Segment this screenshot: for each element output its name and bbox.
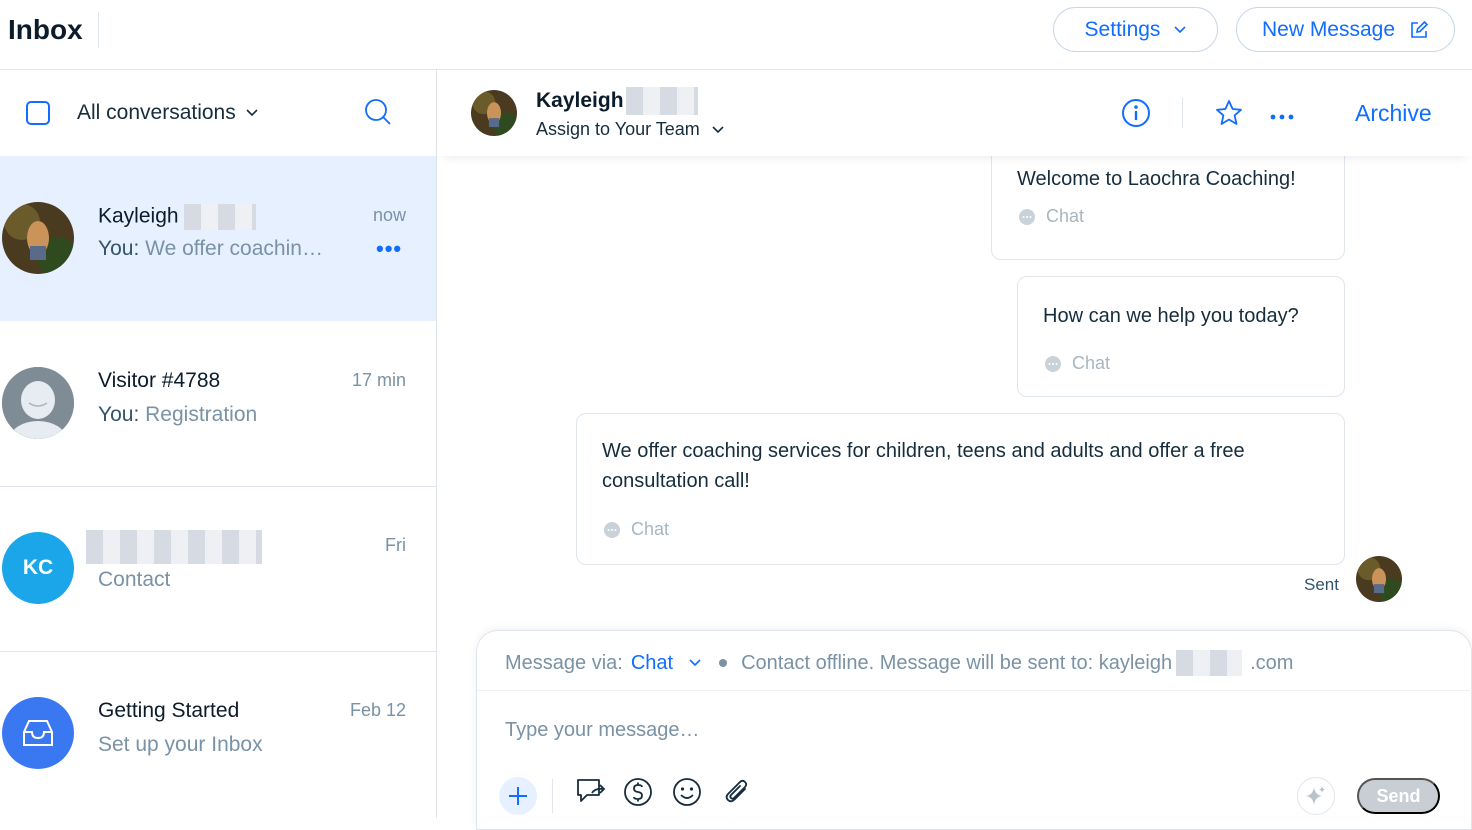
conversation-item-kayleigh[interactable]: Kayleigh You: We offer coachin… now •••	[0, 156, 436, 321]
conversation-preview: Contact	[98, 568, 171, 591]
redacted-surname	[184, 204, 257, 230]
via-label: Message via:	[505, 651, 623, 674]
conversation-item-visitor[interactable]: Visitor #4788 You: Registration 17 min	[0, 322, 436, 487]
sparkle-icon	[1305, 785, 1327, 807]
sender-avatar	[1356, 556, 1402, 602]
send-button[interactable]: Send	[1357, 778, 1440, 814]
conversation-time: now	[372, 205, 406, 225]
conversation-item-kc[interactable]: KC Contact Fri	[0, 487, 436, 652]
conversation-item-getting-started[interactable]: Getting Started Set up your Inbox Feb 12	[0, 652, 436, 817]
filter-label: All conversations	[77, 101, 236, 124]
chat-header: Kayleigh Assign to Your Team Archive	[438, 70, 1472, 156]
chat-channel-icon	[603, 521, 621, 539]
avatar	[2, 202, 74, 274]
redacted-contact-name	[86, 530, 262, 564]
conversation-preview: You: Registration	[98, 403, 258, 426]
add-button[interactable]	[499, 777, 537, 815]
chat-channel-icon	[1044, 355, 1062, 373]
email-suffix: .com	[1250, 651, 1294, 674]
info-icon[interactable]	[1121, 98, 1151, 133]
emoji-icon[interactable]	[671, 776, 703, 813]
offline-notice: Contact offline. Message will be sent to…	[741, 651, 1173, 674]
inbox-tray-icon	[2, 697, 74, 769]
chat-channel-icon	[1018, 208, 1036, 226]
conversation-preview: You: We offer coachin…	[98, 237, 323, 260]
message-bubble: Welcome to Laochra Coaching! Chat	[991, 146, 1345, 260]
assign-label: Assign to Your Team	[536, 119, 700, 139]
attachment-icon[interactable]	[721, 776, 753, 813]
channel-dropdown[interactable]: Chat	[631, 652, 673, 675]
filter-row: All conversations	[0, 70, 436, 156]
message-bubble: How can we help you today? Chat	[1017, 276, 1345, 397]
message-bubble: We offer coaching services for children,…	[576, 413, 1345, 565]
message-text: Welcome to Laochra Coaching!	[1017, 168, 1296, 190]
avatar-initials: KC	[2, 532, 74, 604]
composer-channel-row: Message via: Chat Contact offline. Messa…	[477, 631, 1472, 691]
conversation-name: Visitor #4788	[98, 369, 221, 392]
message-channel: Chat	[1018, 206, 1084, 227]
conversation-filter-dropdown[interactable]: All conversations	[77, 101, 258, 125]
compose-icon	[1409, 20, 1429, 40]
header-divider	[1182, 98, 1183, 128]
chevron-down-icon[interactable]	[689, 659, 701, 667]
message-channel: Chat	[603, 519, 669, 540]
message-text: We offer coaching services for children,…	[602, 440, 1245, 492]
settings-label: Settings	[1084, 17, 1161, 41]
redacted-surname	[625, 87, 698, 115]
top-bar: Inbox Settings New Message	[0, 0, 1472, 70]
message-input[interactable]: Type your message…	[505, 719, 700, 742]
toolbar-divider	[552, 779, 553, 813]
select-all-checkbox[interactable]	[26, 101, 50, 125]
payment-request-icon[interactable]	[622, 776, 654, 813]
new-message-label: New Message	[1261, 17, 1396, 41]
chevron-down-icon	[246, 109, 258, 117]
conversation-list-panel: All conversations Kayleigh You: We offer…	[0, 70, 437, 818]
contact-name: Kayleigh	[536, 87, 698, 115]
chevron-down-icon	[712, 125, 724, 134]
visitor-avatar-icon	[2, 367, 74, 439]
message-text: How can we help you today?	[1043, 305, 1299, 327]
conversation-time: Fri	[385, 535, 406, 555]
title-divider	[98, 12, 99, 48]
conversation-name: Kayleigh	[98, 204, 257, 230]
separator-dot	[719, 659, 728, 667]
contact-avatar[interactable]	[471, 90, 517, 136]
settings-button[interactable]: Settings	[1053, 7, 1218, 52]
redacted-email	[1176, 650, 1243, 676]
chevron-down-icon	[1174, 25, 1187, 34]
ai-assist-button[interactable]	[1297, 777, 1335, 815]
conversation-preview: Set up your Inbox	[98, 733, 263, 756]
sent-status: Sent	[1304, 575, 1339, 594]
conversation-name: Getting Started	[98, 699, 240, 722]
message-via: Message via: Chat Contact offline. Messa…	[505, 650, 1293, 676]
assign-team-dropdown[interactable]: Assign to Your Team	[536, 119, 724, 140]
message-channel: Chat	[1044, 353, 1110, 374]
conversation-time: 17 min	[351, 370, 406, 390]
new-message-button[interactable]: New Message	[1236, 7, 1455, 52]
search-icon[interactable]	[364, 98, 392, 131]
page-title: Inbox	[8, 14, 83, 45]
plus-icon	[508, 786, 528, 806]
message-composer: Message via: Chat Contact offline. Messa…	[476, 630, 1472, 830]
conversation-time: Feb 12	[349, 700, 406, 720]
archive-button[interactable]: Archive	[1355, 100, 1432, 127]
more-options-icon[interactable]: •••	[376, 236, 402, 262]
more-options-icon[interactable]	[1270, 108, 1294, 126]
star-icon[interactable]	[1214, 98, 1244, 133]
saved-replies-icon[interactable]	[575, 776, 607, 811]
